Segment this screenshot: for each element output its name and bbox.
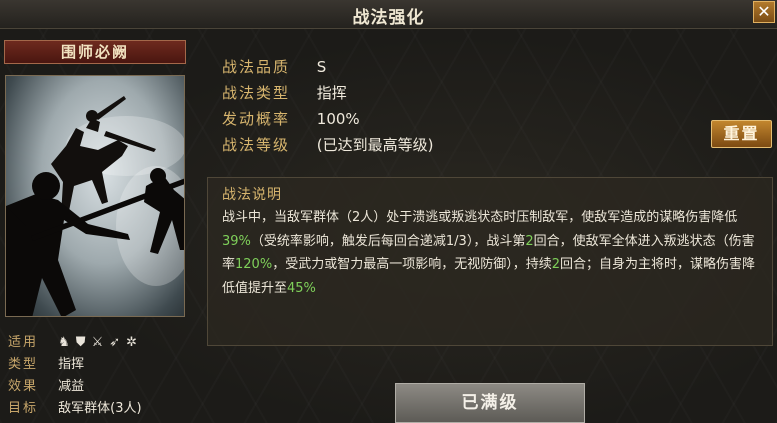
- meta-value: 减益: [58, 379, 85, 394]
- highlight-value: 2: [551, 257, 560, 272]
- meta-value: 指挥: [58, 357, 85, 372]
- stat-key: 战法品质: [222, 58, 291, 76]
- window-title: 战法强化: [352, 8, 425, 28]
- close-icon[interactable]: ✕: [753, 1, 775, 23]
- stat-key: 战法等级: [222, 136, 291, 154]
- description-heading: 战法说明: [222, 187, 282, 203]
- meta-key: 效果: [8, 379, 39, 394]
- stat-value: 指挥: [316, 84, 347, 102]
- unit-type-icons: ♞ ⛊ ⚔ ➶ ✲: [58, 335, 137, 350]
- max-level-button[interactable]: 已满级: [395, 383, 585, 423]
- tactic-name: 围师必阙: [4, 40, 186, 64]
- meta-key: 目标: [8, 401, 39, 416]
- highlight-value: 120%: [235, 257, 273, 272]
- stat-value: (已达到最高等级): [316, 136, 434, 154]
- meta-target: 目标 敌军群体(3人): [8, 397, 142, 416]
- description-segment: （受统率影响，触发后每回合递减1/3），战斗第: [250, 233, 526, 249]
- tactic-illustration: [5, 75, 185, 317]
- description-text: 战斗中，当敌军群体（2人）处于溃逃或叛逃状态时压制敌军，使敌军造成的谋略伤害降低…: [222, 206, 766, 300]
- meta-effect: 效果 减益: [8, 375, 84, 394]
- stat-value: 100%: [316, 110, 360, 128]
- cavalry-icon: ♞: [58, 335, 70, 350]
- shield-icon: ⛊: [75, 335, 86, 350]
- description-segment: 战斗中，当敌军群体（2人）处于溃逃或叛逃状态时压制敌军，使敌军造成的谋略伤害降低: [222, 210, 738, 225]
- description-panel: 战法说明 战斗中，当敌军群体（2人）处于溃逃或叛逃状态时压制敌军，使敌军造成的谋…: [207, 177, 773, 346]
- crossed-swords-icon: ⚔: [91, 335, 104, 350]
- description-segment: ，受武力或智力最高一项影响，无视防御），持续: [272, 257, 552, 272]
- spear-icon: ➶: [109, 335, 121, 350]
- stat-key: 发动概率: [222, 110, 291, 128]
- stat-trigger-rate: 发动概率 100%: [222, 108, 360, 129]
- title-bar: 战法强化 ✕: [0, 0, 777, 29]
- reset-button[interactable]: 重置: [711, 120, 772, 148]
- highlight-value: 2: [525, 233, 534, 249]
- meta-key: 类型: [8, 357, 39, 372]
- stat-level: 战法等级 (已达到最高等级): [222, 134, 434, 155]
- meta-type: 类型 指挥: [8, 353, 84, 372]
- stat-quality: 战法品质 S: [222, 56, 326, 77]
- siege-icon: ✲: [126, 335, 138, 350]
- highlight-value: 39%: [222, 233, 251, 249]
- meta-value: 敌军群体(3人): [58, 401, 142, 416]
- highlight-value: 45%: [287, 280, 316, 296]
- meta-applicable: 适用 ♞ ⛊ ⚔ ➶ ✲: [8, 331, 137, 350]
- meta-key: 适用: [8, 335, 39, 350]
- stat-type: 战法类型 指挥: [222, 82, 347, 103]
- stat-value: S: [316, 58, 327, 76]
- stat-key: 战法类型: [222, 84, 291, 102]
